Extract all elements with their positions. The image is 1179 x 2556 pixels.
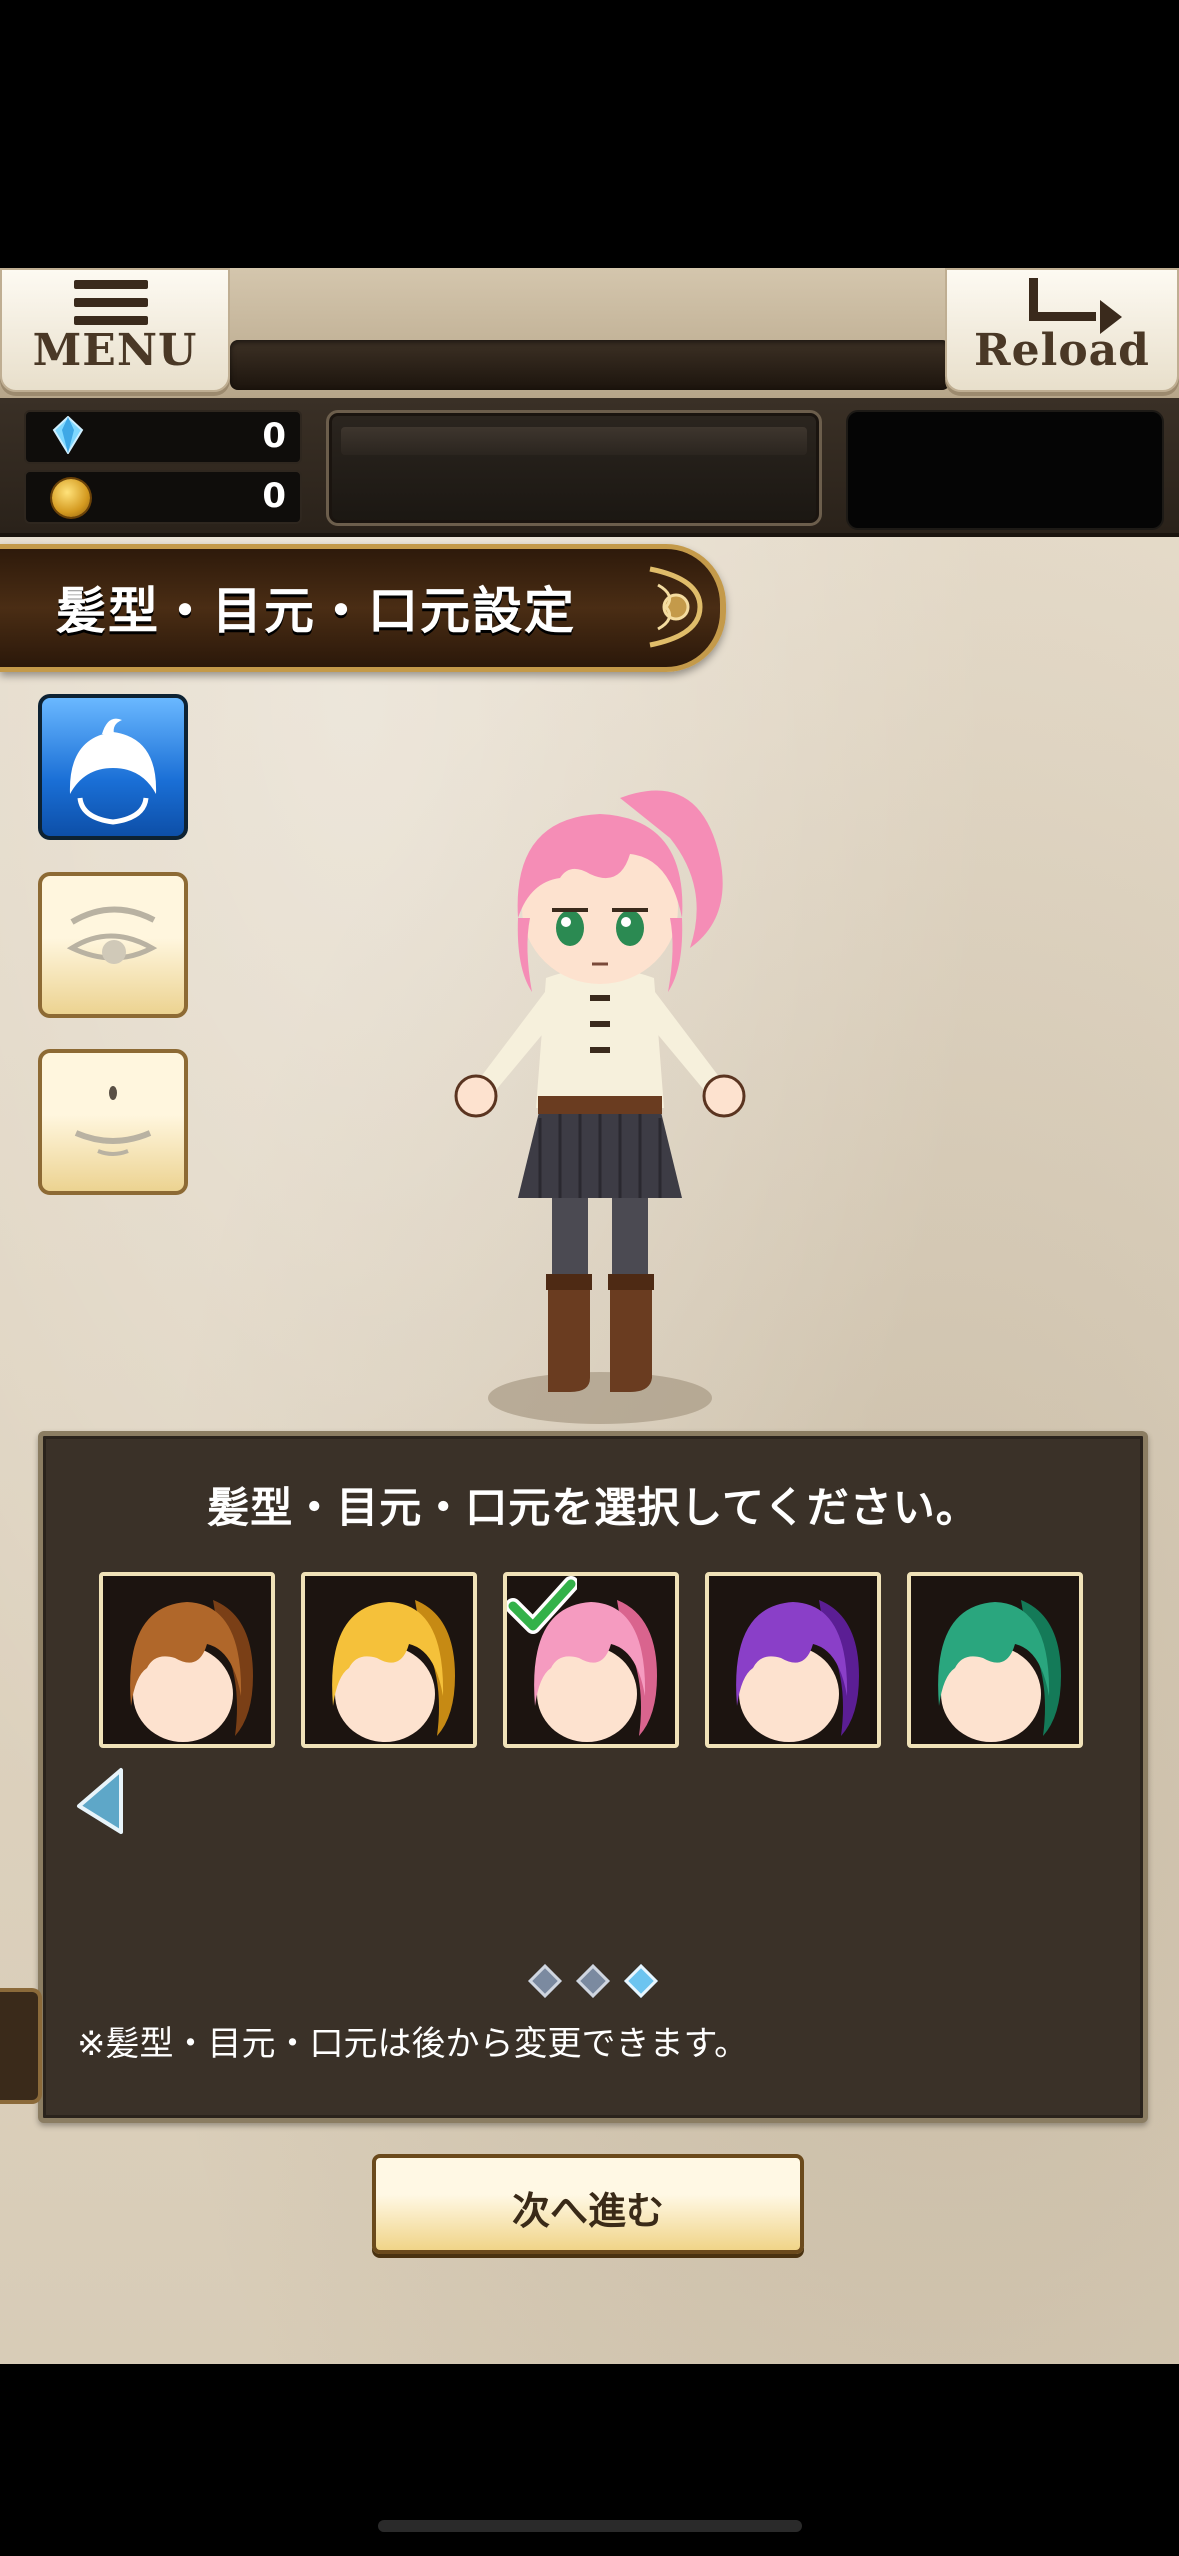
side-drawer-handle[interactable]: [0, 1988, 42, 2104]
home-indicator: [378, 2520, 802, 2532]
hair-option-icon: [938, 1600, 1061, 1742]
hair-option-5[interactable]: [907, 1572, 1083, 1748]
ornament-icon: [649, 566, 703, 648]
menu-button[interactable]: MENU: [0, 268, 230, 392]
game-screen: MENU Reload 0 0 髪型・目元・口元設定 髪型・目元・口元を選択して…: [0, 268, 1179, 2364]
reload-button[interactable]: Reload: [945, 268, 1179, 392]
coin-counter: 0: [24, 470, 302, 524]
next-button-label: 次へ進む: [511, 2189, 664, 2233]
selection-prompt: 髪型・目元・口元を選択してください。: [207, 1483, 979, 1532]
tab-hair[interactable]: [38, 694, 188, 840]
hair-option-icon: [332, 1600, 455, 1742]
top-bar-strip: [230, 340, 950, 390]
coin-count: 0: [262, 476, 286, 516]
hair-option-1[interactable]: [99, 1572, 275, 1748]
next-button[interactable]: 次へ進む: [372, 2154, 804, 2254]
hair-icon: [69, 718, 157, 825]
menu-label: MENU: [32, 325, 198, 376]
player-info-panel: [326, 410, 822, 526]
page-title: 髪型・目元・口元設定: [56, 582, 576, 640]
change-later-note: ※髪型・目元・口元は後から変更できます。: [77, 2024, 749, 2064]
coin-icon: [52, 479, 90, 517]
top-bar: MENU Reload: [0, 268, 1179, 398]
page-dot: [576, 1964, 610, 1998]
gem-count: 0: [262, 416, 286, 456]
hair-option-icon: [736, 1600, 859, 1742]
hair-option-2[interactable]: [301, 1572, 477, 1748]
status-bar: 0 0: [0, 398, 1179, 537]
eye-icon: [66, 906, 158, 964]
reload-arrow-icon: [1029, 278, 1122, 334]
player-info-line: [341, 427, 807, 455]
page-dot-active: [624, 1964, 658, 1998]
character-preview: [454, 790, 746, 1424]
hair-option-icon: [130, 1600, 253, 1742]
page-indicator: [43, 1964, 1143, 1998]
tab-mouth[interactable]: [38, 1049, 188, 1195]
title-banner: 髪型・目元・口元設定: [0, 544, 726, 672]
reload-label: Reload: [974, 325, 1150, 376]
hair-option-4[interactable]: [705, 1572, 881, 1748]
selection-panel: 髪型・目元・口元を選択してください。 ※髪型・目元・口元は後から変更できます。: [38, 1431, 1148, 2123]
gem-counter: 0: [24, 410, 302, 464]
info-panel-right: [846, 410, 1164, 530]
hair-option-3-selected[interactable]: [503, 1572, 679, 1748]
arrow-left-icon[interactable]: [75, 1766, 125, 1836]
check-icon: [507, 1576, 577, 1634]
tab-eyes[interactable]: [38, 872, 188, 1018]
mouth-icon: [74, 1086, 152, 1156]
gem-icon: [52, 416, 84, 454]
page-dot: [528, 1964, 562, 1998]
